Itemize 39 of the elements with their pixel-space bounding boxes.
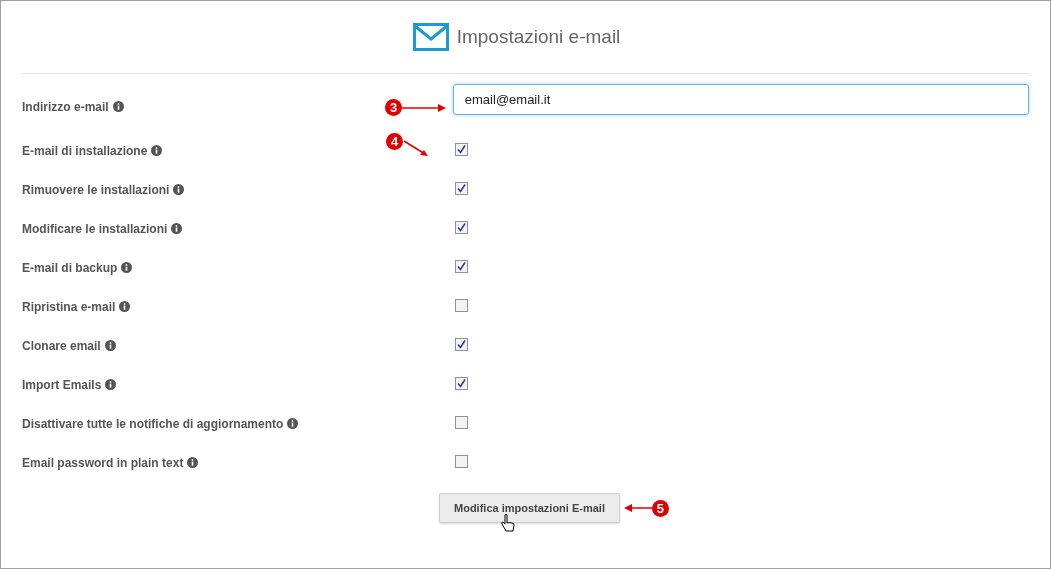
option-label: Rimuovere le installazioni [22, 182, 170, 197]
page-title: Impostazioni e-mail [456, 24, 621, 49]
checkbox[interactable] [455, 416, 468, 429]
checkbox[interactable] [455, 182, 468, 195]
option-label: Modificare le installazioni [22, 221, 168, 236]
option-label: Ripristina e-mail [22, 299, 116, 314]
checkbox[interactable] [455, 455, 468, 468]
checkbox[interactable] [455, 221, 468, 234]
arrow [623, 503, 652, 513]
email-input[interactable]: email@email.it [452, 84, 1029, 115]
checkbox[interactable] [455, 260, 468, 273]
info-icon [105, 378, 117, 390]
info-icon [119, 300, 131, 312]
checkbox[interactable] [455, 143, 468, 156]
callout-number: 5 [651, 499, 669, 517]
info-icon [187, 456, 199, 468]
option-label: Clonare email [22, 338, 101, 353]
checkbox[interactable] [455, 377, 468, 390]
info-icon [173, 183, 185, 195]
info-icon [104, 339, 116, 351]
envelope-icon [412, 23, 449, 51]
callout-number: 3 [385, 99, 403, 116]
info-icon [151, 144, 163, 156]
checkbox[interactable] [455, 299, 468, 312]
option-label: Import Emails [22, 377, 102, 392]
arrow [403, 140, 429, 158]
option-label: E-mail di installazione [22, 143, 148, 158]
info-icon [121, 261, 133, 273]
option-label: Disattivare tutte le notifiche di aggiornamento [22, 416, 284, 431]
arrow [402, 102, 447, 113]
callout-number: 4 [386, 133, 403, 150]
checkbox[interactable] [455, 338, 468, 351]
info-icon [287, 417, 299, 429]
info-icon [171, 222, 183, 234]
option-label: Email password in plain text [22, 455, 184, 470]
option-label: E-mail di backup [22, 260, 118, 275]
field-label: Indirizzo e-mail [22, 100, 109, 114]
info-icon [112, 101, 124, 112]
hand-cursor-icon [500, 514, 516, 534]
